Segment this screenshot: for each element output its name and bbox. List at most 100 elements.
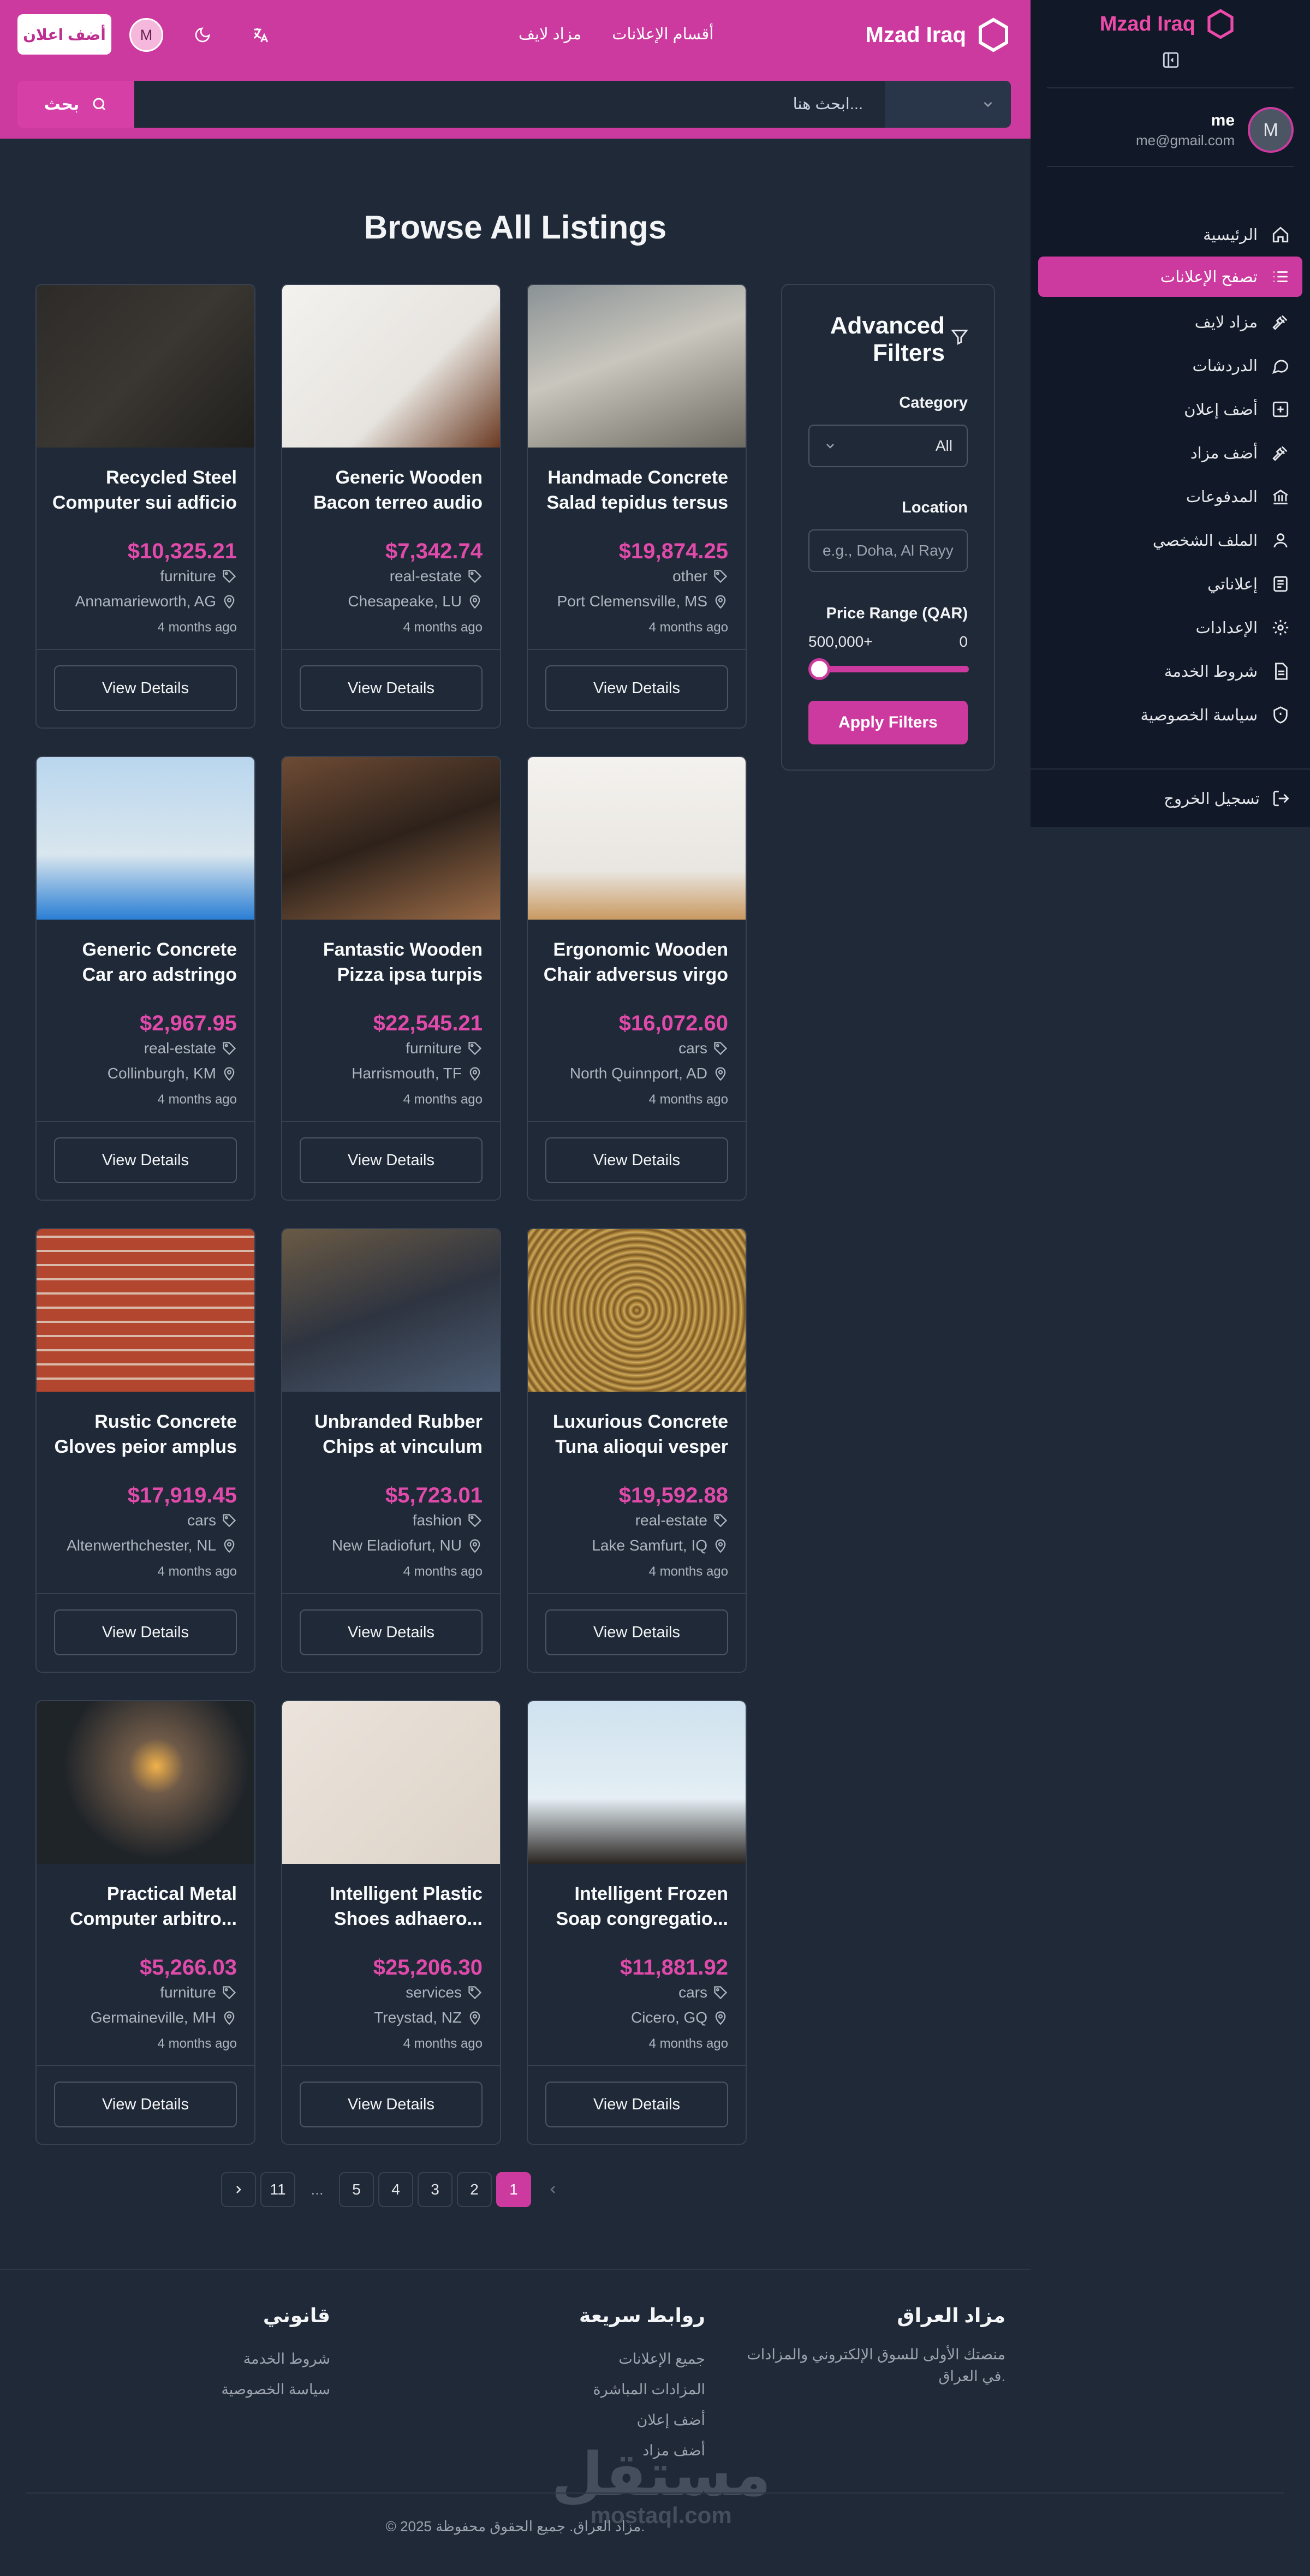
view-details-button[interactable]: View Details (545, 2082, 728, 2127)
location-input[interactable] (808, 529, 968, 572)
sidebar-item-payments[interactable]: المدفوعات (1038, 475, 1302, 518)
sidebar-item-browse-listings[interactable]: تصفح الإعلانات (1038, 257, 1302, 297)
footer-link-add-listing[interactable]: أضف إعلان (520, 2405, 705, 2435)
footer-link-live-auctions[interactable]: المزادات المباشرة (520, 2374, 705, 2405)
header-avatar[interactable]: M (129, 18, 163, 52)
view-details-button[interactable]: View Details (545, 1137, 728, 1183)
listing-image[interactable] (282, 285, 500, 448)
view-details-button[interactable]: View Details (54, 1137, 237, 1183)
listing-card[interactable]: Practical Metal Computer arbitro... $5,26… (35, 1700, 255, 2145)
listing-title[interactable]: Luxurious Concrete Tuna alioqui vesper (539, 1409, 728, 1459)
logout-button[interactable]: تسجيل الخروج (1031, 779, 1310, 818)
tag-icon (714, 1986, 728, 2000)
search-button[interactable]: بحث (17, 81, 134, 128)
listing-category-text: other (672, 568, 707, 585)
view-details-button[interactable]: View Details (545, 665, 728, 711)
page-5[interactable]: 5 (339, 2172, 374, 2207)
sidebar-item-live-auction[interactable]: مزاد لايف (1038, 300, 1302, 344)
translate-icon[interactable] (243, 18, 277, 52)
listing-image[interactable] (37, 1701, 254, 1864)
sidebar-item-add-listing[interactable]: أضف إعلان (1038, 387, 1302, 431)
sidebar-item-terms[interactable]: شروط الخدمة (1038, 649, 1302, 693)
listing-title[interactable]: Intelligent Plastic Shoes adhaero... (293, 1881, 483, 1931)
search-category-select[interactable] (885, 81, 1011, 128)
page-11[interactable]: 11 (260, 2172, 295, 2207)
category-select[interactable]: All (808, 425, 968, 467)
sidebar-divider (1047, 87, 1294, 88)
next-page-button[interactable] (221, 2172, 256, 2207)
listing-image[interactable] (528, 1701, 746, 1864)
listing-title[interactable]: Practical Metal Computer arbitro... (47, 1881, 237, 1931)
listing-title[interactable]: Generic Wooden Bacon terreo audio (293, 465, 483, 515)
listing-image[interactable] (528, 1229, 746, 1392)
listing-card[interactable]: Unbranded Rubber Chips at vinculum $5,723… (281, 1228, 501, 1673)
nav-categories[interactable]: أقسام الإعلانات (612, 22, 713, 47)
listing-title[interactable]: Rustic Concrete Gloves peior amplus (47, 1409, 237, 1459)
listing-location-text: Annamarieworth, AG (75, 593, 216, 610)
listing-image[interactable] (282, 1701, 500, 1864)
listing-card[interactable]: Fantastic Wooden Pizza ipsa turpis $22,54… (281, 756, 501, 1201)
listing-card[interactable]: Recycled Steel Computer sui adficio $10,3… (35, 284, 255, 729)
moon-icon[interactable] (186, 18, 219, 52)
listing-category: furniture (160, 568, 237, 585)
listing-card[interactable]: Rustic Concrete Gloves peior amplus $17,9… (35, 1228, 255, 1673)
listing-card[interactable]: Generic Wooden Bacon terreo audio $7,342.… (281, 284, 501, 729)
listing-image[interactable] (282, 1229, 500, 1392)
view-details-button[interactable]: View Details (300, 1137, 483, 1183)
listing-card[interactable]: Ergonomic Wooden Chair adversus virgo $16… (527, 756, 747, 1201)
footer-link-all-listings[interactable]: جميع الإعلانات (520, 2344, 705, 2374)
sidebar-item-home[interactable]: الرئيسية (1038, 213, 1302, 257)
sidebar-item-privacy[interactable]: سياسة الخصوصية (1038, 693, 1302, 737)
prev-page-button[interactable] (535, 2172, 570, 2207)
search-input[interactable] (134, 81, 885, 128)
listing-title[interactable]: Handmade Concrete Salad tepidus tersus (539, 465, 728, 515)
listing-card[interactable]: Handmade Concrete Salad tepidus tersus $1… (527, 284, 747, 729)
listing-card[interactable]: Generic Concrete Car aro adstringo $2,967… (35, 756, 255, 1201)
page-3[interactable]: 3 (418, 2172, 452, 2207)
listing-image[interactable] (528, 285, 746, 448)
listing-title[interactable]: Ergonomic Wooden Chair adversus virgo (539, 937, 728, 987)
listing-price: $19,874.25 (618, 539, 728, 563)
listing-title[interactable]: Unbranded Rubber Chips at vinculum (293, 1409, 483, 1459)
view-details-button[interactable]: View Details (545, 1609, 728, 1655)
listing-image[interactable] (528, 757, 746, 920)
view-details-button[interactable]: View Details (300, 665, 483, 711)
sidebar-item-profile[interactable]: الملف الشخصي (1038, 518, 1302, 562)
nav-live-auction[interactable]: مزاد لايف (519, 22, 581, 47)
sidebar-item-settings[interactable]: الإعدادات (1038, 606, 1302, 649)
listing-card[interactable]: Intelligent Plastic Shoes adhaero... $25,… (281, 1700, 501, 2145)
sidebar-item-chats[interactable]: الدردشات (1038, 344, 1302, 387)
listing-image[interactable] (37, 1229, 254, 1392)
page-4[interactable]: 4 (378, 2172, 413, 2207)
view-details-button[interactable]: View Details (300, 1609, 483, 1655)
view-details-button[interactable]: View Details (300, 2082, 483, 2127)
listing-title[interactable]: Fantastic Wooden Pizza ipsa turpis (293, 937, 483, 987)
card-divider (528, 1593, 746, 1594)
sidebar-collapse-icon[interactable] (1162, 51, 1180, 69)
footer-link-privacy[interactable]: سياسة الخصوصية (164, 2374, 330, 2405)
price-range-thumb[interactable] (808, 658, 830, 680)
page-1[interactable]: 1 (496, 2172, 531, 2207)
listing-image[interactable] (37, 285, 254, 448)
sidebar-brand[interactable]: Mzad Iraq (1100, 8, 1236, 40)
sidebar-item-my-listings[interactable]: إعلاناتي (1038, 562, 1302, 606)
apply-filters-button[interactable]: Apply Filters (808, 701, 968, 744)
sidebar-user[interactable]: me me@gmail.com M (1136, 107, 1294, 153)
listing-title[interactable]: Generic Concrete Car aro adstringo (47, 937, 237, 987)
view-details-button[interactable]: View Details (54, 665, 237, 711)
header-brand[interactable]: Mzad Iraq (866, 17, 1011, 52)
sidebar-item-add-auction[interactable]: أضف مزاد (1038, 431, 1302, 475)
add-listing-button[interactable]: أضف اعلان (17, 14, 111, 55)
listing-image[interactable] (282, 757, 500, 920)
listing-card[interactable]: Intelligent Frozen Soap congregatio... $1… (527, 1700, 747, 2145)
filters-title: Advanced Filters (830, 312, 945, 367)
listing-title[interactable]: Recycled Steel Computer sui adficio (47, 465, 237, 515)
listing-image[interactable] (37, 757, 254, 920)
listing-title[interactable]: Intelligent Frozen Soap congregatio... (539, 1881, 728, 1931)
listing-card[interactable]: Luxurious Concrete Tuna alioqui vesper $1… (527, 1228, 747, 1673)
view-details-button[interactable]: View Details (54, 2082, 237, 2127)
footer-link-terms[interactable]: شروط الخدمة (164, 2344, 330, 2374)
view-details-button[interactable]: View Details (54, 1609, 237, 1655)
price-range-track[interactable] (811, 666, 969, 672)
page-2[interactable]: 2 (457, 2172, 492, 2207)
